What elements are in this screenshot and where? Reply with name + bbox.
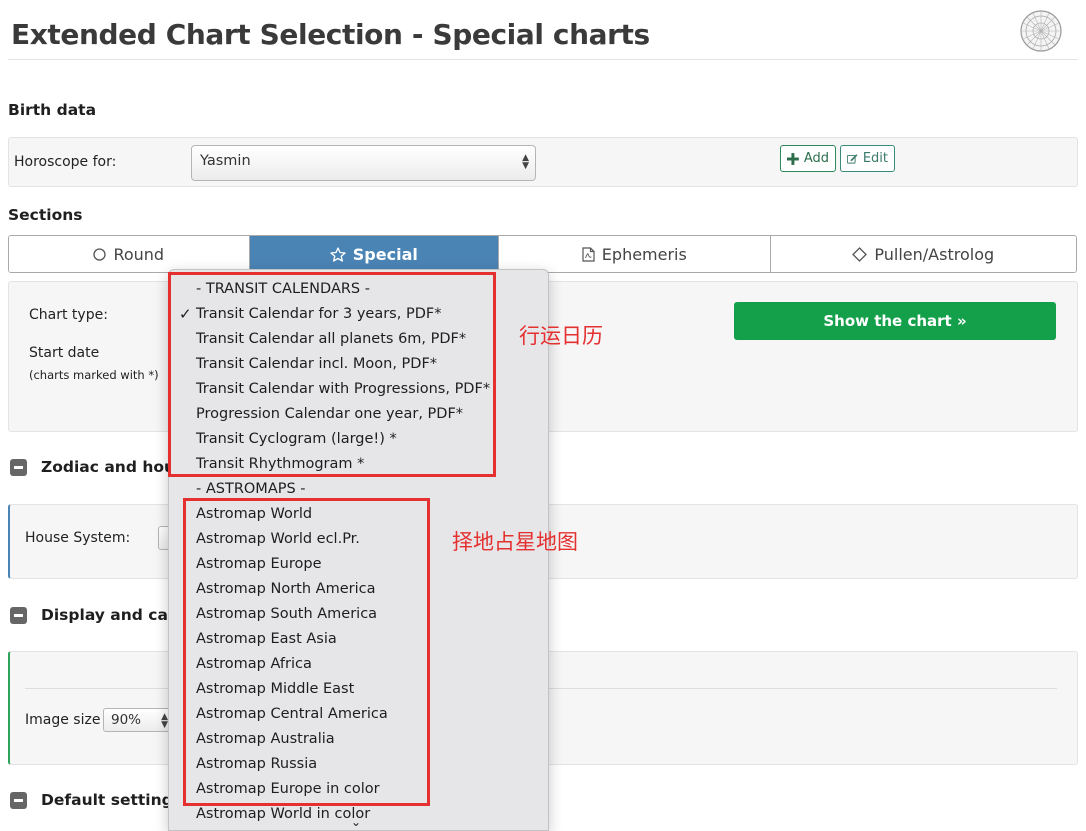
annotation-box-astromaps — [183, 498, 430, 806]
tab-pullen-astrolog[interactable]: Pullen/Astrolog — [770, 236, 1076, 272]
scroll-down-icon[interactable]: ⌄ — [351, 815, 361, 829]
section-tabs: Round Special Ephemeris Pullen/Astrolog — [8, 235, 1077, 273]
astro-wheel-icon — [1020, 10, 1062, 52]
birth-data-panel: Horoscope for: Yasmin ▲ ▼ Add Edit — [8, 137, 1078, 187]
dropdown-group-header: - ASTROMAPS - — [196, 481, 306, 497]
tab-ephemeris[interactable]: Ephemeris — [499, 236, 771, 272]
show-chart-button[interactable]: Show the chart » — [734, 302, 1056, 340]
image-size-label: Image size — [25, 712, 101, 728]
birth-data-heading: Birth data — [8, 101, 97, 119]
circle-icon — [93, 247, 107, 261]
add-button[interactable]: Add — [780, 145, 836, 172]
edit-button[interactable]: Edit — [840, 145, 895, 172]
zodiac-heading[interactable]: Zodiac and hous — [41, 458, 184, 476]
annotation-box-transit-calendars — [168, 272, 496, 477]
image-size-value: 90% — [111, 712, 142, 728]
house-system-label: House System: — [25, 530, 131, 546]
horoscope-select-value: Yasmin — [200, 153, 251, 169]
default-settings-heading[interactable]: Default settings — [41, 791, 182, 809]
title-divider — [8, 59, 1078, 60]
sections-heading: Sections — [8, 206, 83, 224]
pdf-file-icon — [582, 246, 595, 262]
tab-special-label: Special — [352, 244, 418, 264]
tab-round-label: Round — [113, 244, 165, 264]
dropdown-option[interactable]: Astromap World in color — [196, 804, 370, 824]
edit-button-label: Edit — [862, 151, 888, 166]
diamond-icon — [852, 246, 868, 262]
tab-pullen-label: Pullen/Astrolog — [874, 244, 995, 264]
tab-special[interactable]: Special — [249, 236, 500, 272]
display-heading[interactable]: Display and calc — [41, 606, 182, 624]
page-title: Extended Chart Selection - Special chart… — [11, 18, 650, 51]
collapse-icon[interactable] — [10, 607, 27, 624]
horoscope-for-label: Horoscope for: — [14, 154, 117, 170]
tab-ephemeris-label: Ephemeris — [601, 244, 687, 264]
annotation-transit-calendars: 行运日历 — [519, 324, 603, 348]
charts-marked-note: (charts marked with *) — [29, 368, 159, 382]
add-button-label: Add — [803, 151, 829, 166]
horoscope-select[interactable]: Yasmin ▲ ▼ — [191, 145, 536, 181]
collapse-icon[interactable] — [10, 792, 27, 809]
collapse-icon[interactable] — [10, 459, 27, 476]
image-size-select[interactable]: 90% ▲ ▼ — [103, 708, 173, 732]
select-arrows-icon: ▲ ▼ — [161, 712, 168, 730]
star-icon — [330, 246, 346, 262]
tab-round[interactable]: Round — [9, 236, 250, 272]
edit-icon — [847, 154, 858, 164]
start-date-label: Start date — [29, 345, 100, 361]
annotation-astromaps: 择地占星地图 — [452, 530, 578, 554]
chart-type-label: Chart type: — [29, 307, 108, 323]
plus-icon — [787, 152, 799, 165]
select-arrows-icon: ▲ ▼ — [522, 153, 529, 171]
